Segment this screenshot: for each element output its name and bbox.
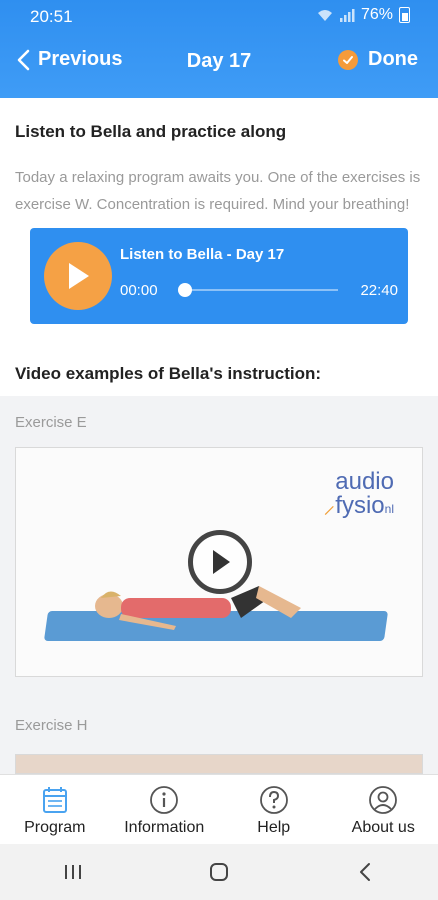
audio-duration: 22:40 bbox=[360, 282, 398, 299]
status-bar: 20:51 76% bbox=[0, 0, 438, 32]
tab-label: Program bbox=[24, 819, 86, 836]
status-time: 20:51 bbox=[30, 7, 73, 26]
system-nav-bar bbox=[0, 844, 438, 900]
audio-player: Listen to Bella - Day 17 00:00 22:40 bbox=[30, 228, 408, 324]
video-section-heading: Video examples of Bella's instruction: bbox=[15, 364, 322, 383]
bottom-tab-bar: Program Information Help About us bbox=[0, 774, 438, 844]
intro-text: Today a relaxing program awaits you. One… bbox=[15, 169, 421, 213]
back-icon bbox=[360, 863, 370, 881]
logo-line2-wrap: ⸝fysionl bbox=[323, 494, 394, 521]
home-button[interactable] bbox=[199, 852, 239, 892]
audio-title: Listen to Bella - Day 17 bbox=[120, 246, 285, 263]
status-icons: 76% bbox=[317, 6, 410, 24]
logo-line1: audio bbox=[335, 468, 394, 495]
info-icon bbox=[150, 786, 179, 814]
nav-bar: Previous Day 17 Done bbox=[0, 40, 438, 86]
tab-label: Help bbox=[257, 819, 291, 836]
user-icon bbox=[369, 786, 398, 814]
battery-icon bbox=[399, 7, 410, 23]
wifi-icon bbox=[317, 10, 332, 21]
exercise-video[interactable] bbox=[15, 754, 423, 774]
tab-program[interactable]: Program bbox=[0, 785, 110, 837]
video-list: Exercise E audio ⸝fysionl Exercise H bbox=[0, 396, 438, 774]
exercise-label: Exercise E bbox=[15, 414, 87, 431]
header: 20:51 76% Previous Day 17 Done bbox=[0, 0, 438, 98]
recent-apps-button[interactable] bbox=[53, 852, 93, 892]
tab-help[interactable]: Help bbox=[219, 785, 329, 837]
intro-section: Listen to Bella and practice along Today… bbox=[0, 98, 438, 342]
audio-current-time: 00:00 bbox=[120, 282, 158, 299]
play-icon bbox=[69, 263, 89, 289]
app-screen: 20:51 76% Previous Day 17 Done Listen to… bbox=[0, 0, 438, 900]
tab-label: Information bbox=[124, 819, 205, 836]
audiofysio-logo: audio ⸝fysionl bbox=[303, 470, 394, 521]
back-button[interactable] bbox=[345, 852, 385, 892]
recent-apps-icon bbox=[65, 865, 81, 879]
logo-suffix: nl bbox=[384, 502, 394, 516]
battery-percent: 76% bbox=[360, 6, 393, 23]
video-play-button[interactable] bbox=[188, 530, 252, 594]
play-icon bbox=[213, 550, 230, 574]
done-button[interactable]: Done bbox=[338, 48, 418, 71]
logo-line2: fysio bbox=[335, 492, 385, 519]
done-label: Done bbox=[368, 48, 418, 70]
tab-label: About us bbox=[351, 819, 415, 836]
video-section-heading-wrap: Video examples of Bella's instruction: bbox=[0, 342, 438, 396]
audio-progress-thumb[interactable] bbox=[178, 283, 192, 297]
audio-progress-track[interactable] bbox=[178, 283, 338, 297]
check-circle-icon bbox=[338, 49, 358, 70]
home-icon bbox=[210, 863, 228, 881]
content-area: Listen to Bella and practice along Today… bbox=[0, 98, 438, 774]
exercise-video[interactable]: audio ⸝fysionl bbox=[15, 447, 423, 677]
signal-icon bbox=[339, 9, 355, 22]
calendar-icon bbox=[42, 787, 67, 813]
tab-about-us[interactable]: About us bbox=[329, 785, 438, 837]
exercise-label: Exercise H bbox=[15, 717, 88, 734]
intro-heading: Listen to Bella and practice along bbox=[15, 122, 287, 141]
audio-play-button[interactable] bbox=[44, 242, 112, 310]
logo-figure-icon: ⸝ bbox=[323, 492, 336, 519]
tab-information[interactable]: Information bbox=[110, 785, 220, 837]
help-icon bbox=[259, 786, 288, 814]
